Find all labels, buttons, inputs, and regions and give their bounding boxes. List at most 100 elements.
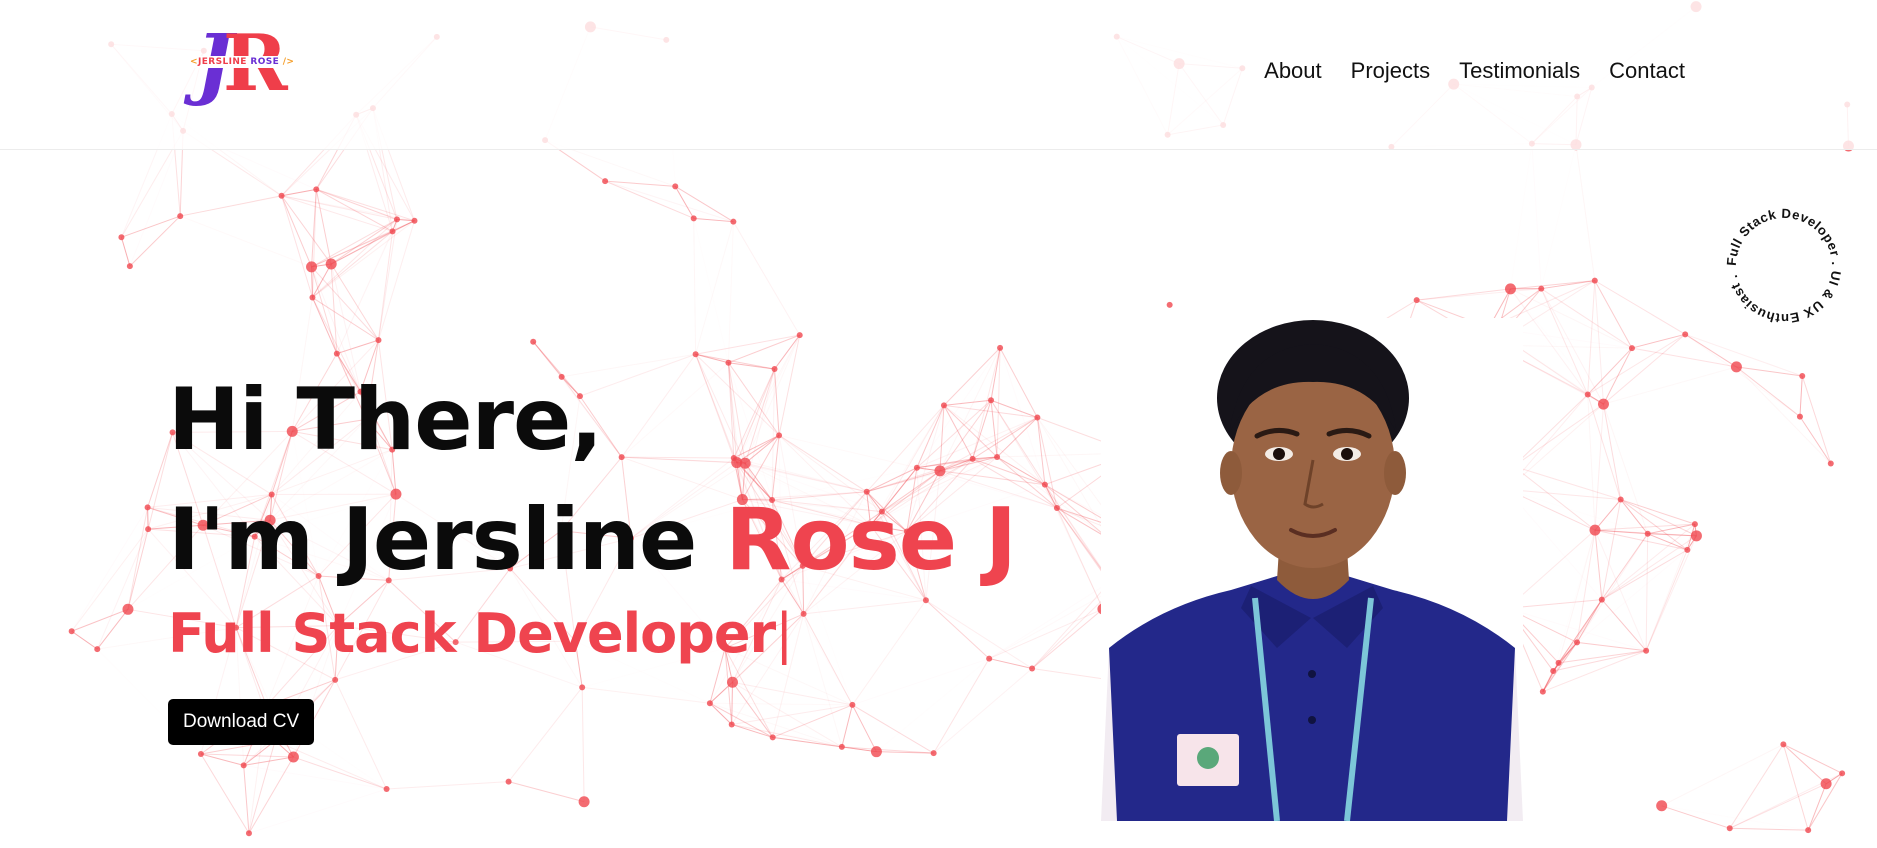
network-link <box>1799 375 1803 417</box>
hero-name-highlight: Rose J <box>725 490 1017 590</box>
network-link <box>72 507 148 631</box>
network-link <box>732 221 801 336</box>
network-node <box>1682 331 1689 338</box>
network-link <box>1603 347 1633 405</box>
nav-projects[interactable]: Projects <box>1351 58 1430 84</box>
network-node <box>1805 827 1812 834</box>
network-node <box>177 213 184 220</box>
network-link <box>120 237 131 267</box>
network-node <box>672 183 679 190</box>
network-node <box>692 351 699 358</box>
network-link <box>330 230 393 265</box>
network-link <box>312 230 393 298</box>
network-link <box>1541 145 1576 289</box>
network-link <box>1510 280 1595 290</box>
badge-circular-text: Full Stack Developer . UI & UX Enthusias… <box>1724 206 1844 326</box>
network-node <box>94 646 101 653</box>
network-link <box>604 180 734 223</box>
network-node <box>309 294 316 301</box>
network-node <box>393 216 400 223</box>
network-node <box>287 751 299 763</box>
network-node <box>126 263 133 270</box>
network-node <box>1166 301 1173 308</box>
network-link <box>1620 499 1696 525</box>
hero-section: Hi There, I'm Jersline Rose J Full Stack… <box>168 360 1017 745</box>
network-node <box>411 217 418 224</box>
network-node <box>1598 596 1605 603</box>
network-link <box>1558 650 1647 664</box>
network-link <box>1542 650 1647 693</box>
network-node <box>530 338 537 345</box>
network-link <box>249 789 387 833</box>
network-node <box>1617 496 1624 503</box>
network-node <box>68 628 75 635</box>
typed-role-text: Full Stack Developer <box>168 602 776 665</box>
network-node <box>245 830 252 837</box>
network-link <box>1645 533 1649 651</box>
hero-role: Full Stack Developer| <box>168 602 1016 665</box>
network-node <box>1690 530 1702 542</box>
network-link <box>386 781 509 790</box>
network-link <box>180 188 317 217</box>
download-cv-button[interactable]: Download CV <box>168 699 315 745</box>
network-link <box>1510 144 1531 289</box>
network-node <box>1780 741 1787 748</box>
network-node <box>1504 283 1516 295</box>
network-link <box>1782 744 1809 831</box>
network-node <box>1730 361 1742 373</box>
network-link <box>243 765 250 834</box>
network-link <box>147 507 149 530</box>
network-link <box>695 334 800 355</box>
network-node <box>1820 778 1832 790</box>
network-node <box>1550 668 1557 675</box>
network-node <box>122 603 134 615</box>
network-link <box>1594 280 1686 335</box>
network-link <box>1532 144 1541 289</box>
network-node <box>1726 825 1733 832</box>
network-link <box>1601 599 1647 652</box>
network-link <box>674 186 695 219</box>
network-link <box>1044 484 1109 539</box>
site-logo[interactable]: JR <JERSLINE ROSE /> <box>186 14 297 118</box>
network-link <box>1685 334 1800 416</box>
network-link <box>274 740 387 790</box>
network-node <box>578 796 590 808</box>
network-node <box>383 786 390 793</box>
network-node <box>997 344 1004 351</box>
network-link <box>1540 288 1633 349</box>
network-link <box>180 216 311 267</box>
network-link <box>1510 289 1603 404</box>
network-node <box>306 261 318 273</box>
hero-greeting: Hi There, <box>168 370 603 470</box>
network-node <box>144 504 151 511</box>
network-link <box>1799 416 1832 464</box>
rotating-role-badge: Full Stack Developer . UI & UX Enthusias… <box>1724 206 1844 326</box>
network-link <box>1594 280 1633 349</box>
nav-testimonials[interactable]: Testimonials <box>1459 58 1580 84</box>
network-link <box>1783 743 1843 774</box>
network-link <box>1575 144 1596 281</box>
network-node <box>375 337 382 344</box>
network-node <box>796 332 803 339</box>
network-link <box>1662 806 1809 830</box>
network-node <box>505 778 512 785</box>
network-link <box>695 221 734 355</box>
network-link <box>1620 499 1697 537</box>
network-node <box>930 750 937 757</box>
network-link <box>1031 608 1104 669</box>
network-node <box>145 526 152 533</box>
network-node <box>1034 414 1041 421</box>
nav-contact[interactable]: Contact <box>1609 58 1685 84</box>
network-node <box>1538 285 1545 292</box>
network-link <box>1695 463 1831 524</box>
network-node <box>1573 639 1580 646</box>
network-link <box>693 218 697 355</box>
network-link <box>1661 743 1784 807</box>
network-link <box>312 219 398 298</box>
network-node <box>1656 800 1668 812</box>
typing-cursor: | <box>775 602 793 665</box>
nav-about[interactable]: About <box>1264 58 1322 84</box>
network-link <box>1601 549 1688 601</box>
network-link <box>728 222 733 363</box>
network-node <box>1691 521 1698 528</box>
